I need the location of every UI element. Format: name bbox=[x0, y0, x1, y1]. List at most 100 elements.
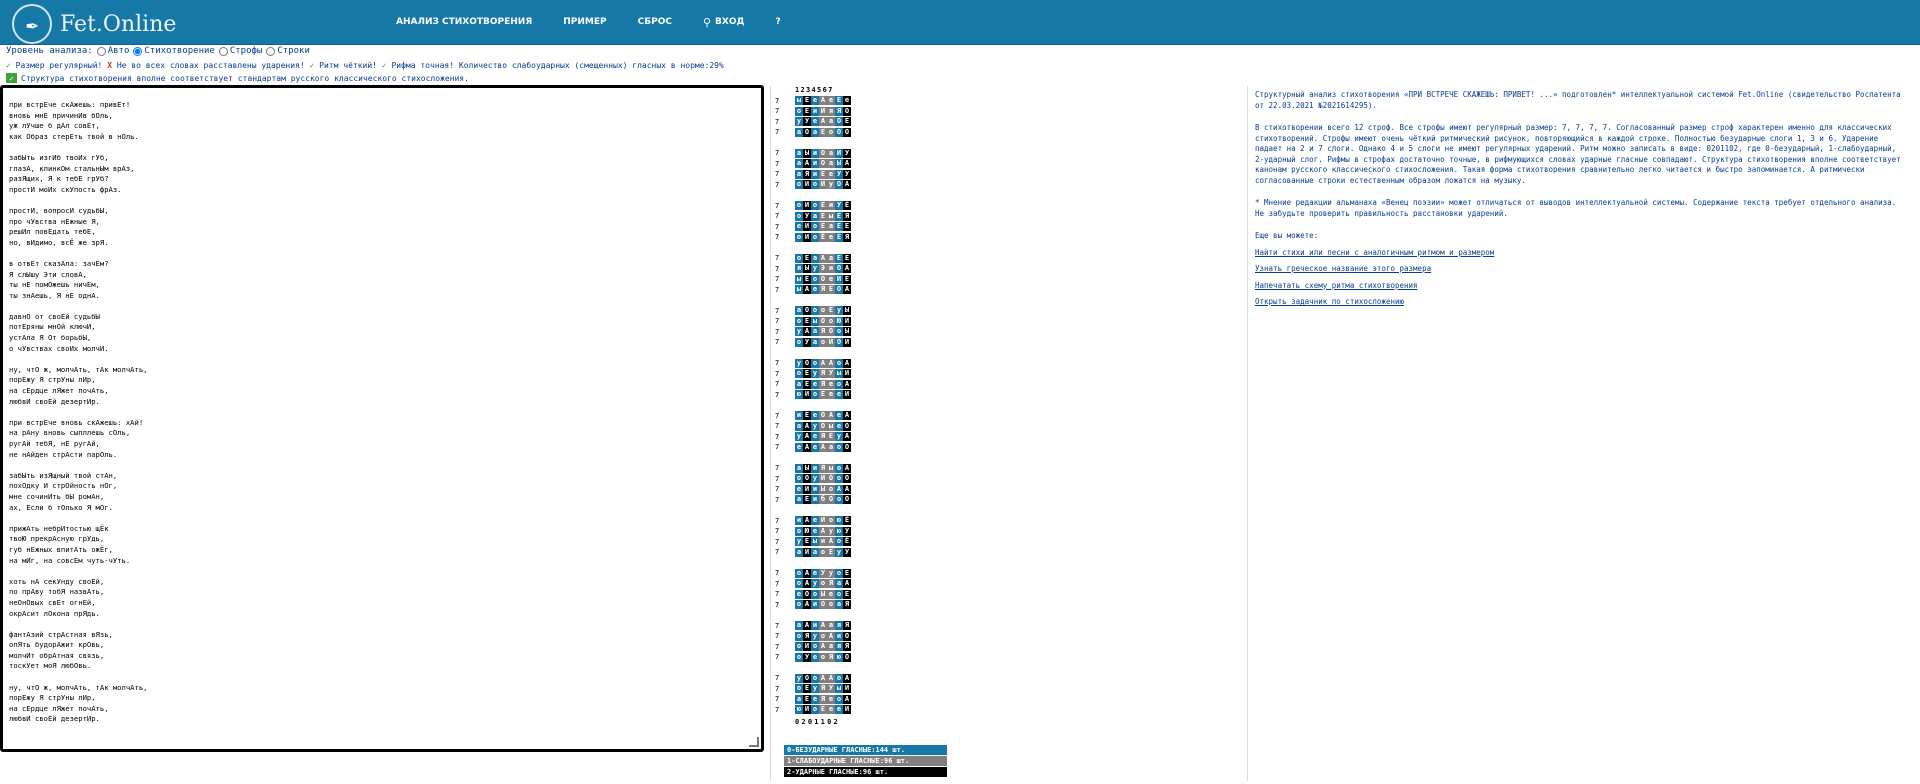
grid-row: 7оИоЁеЕЯ bbox=[775, 232, 851, 242]
grid-cell: О bbox=[843, 421, 851, 431]
radio-stanzas[interactable]: Строфы bbox=[218, 46, 262, 56]
menu-example[interactable]: ПРИМЕР bbox=[563, 17, 606, 27]
radio-poem[interactable]: Стихотворение bbox=[133, 46, 215, 56]
grid-cell: А bbox=[803, 442, 811, 452]
main-menu: АНАЛИЗ СТИХОТВОРЕНИЯ ПРИМЕР СБРОС ⚲ ВХОД … bbox=[396, 0, 812, 44]
grid-cell: А bbox=[843, 264, 851, 273]
grid-cell: И bbox=[843, 369, 851, 378]
grid-cell: ы bbox=[811, 537, 819, 546]
grid-cell: Ы bbox=[819, 484, 827, 494]
grid-cell: е bbox=[795, 222, 803, 231]
grid-cell: о bbox=[811, 358, 819, 368]
legend-unstressed: 0-БЕЗУДАРНЫЕ ГЛАСНЫЕ:144 шт. bbox=[784, 745, 947, 755]
grid-cell: А bbox=[843, 411, 851, 420]
cross-icon: X bbox=[107, 61, 113, 70]
grid-row-number: 7 bbox=[775, 464, 780, 472]
grid-cell: е bbox=[795, 484, 803, 494]
menu-reset[interactable]: СБРОС bbox=[638, 17, 672, 27]
poem-text[interactable]: при встрЕче скАжешь: привЕт! вновь мнЕ п… bbox=[9, 100, 147, 725]
link-open-tasks[interactable]: Открыть задачник по стихосложению bbox=[1255, 297, 1907, 308]
grid-cell: А bbox=[827, 411, 835, 420]
grid-cell: А bbox=[843, 579, 851, 588]
grid-cell: о bbox=[819, 547, 827, 557]
grid-cell: е bbox=[835, 705, 843, 714]
grid-cell: А bbox=[843, 484, 851, 494]
grid-cell: О bbox=[803, 358, 811, 368]
divider bbox=[1247, 86, 1248, 781]
grid-cell: Ю bbox=[835, 316, 843, 326]
grid-row-number: 7 bbox=[775, 705, 780, 714]
grid-row: 7ыАеЯЕОА bbox=[775, 285, 851, 294]
grid-cell: А bbox=[819, 673, 827, 683]
grid-cell: Я bbox=[843, 642, 851, 651]
divider bbox=[770, 86, 771, 781]
grid-row: 7ыЕеАеЕе bbox=[775, 96, 851, 105]
grid-cell: а bbox=[795, 306, 803, 315]
grid-cell: и bbox=[811, 148, 819, 158]
grid-cell: Я bbox=[819, 379, 827, 389]
grid-cell: о bbox=[835, 463, 843, 473]
more-actions-label: Еще вы можете: bbox=[1255, 231, 1319, 240]
check-icon: ✓ bbox=[381, 61, 387, 70]
grid-cell: е bbox=[843, 96, 851, 105]
grid-cell: У bbox=[803, 117, 811, 126]
menu-analyze[interactable]: АНАЛИЗ СТИХОТВОРЕНИЯ bbox=[396, 17, 532, 27]
grid-row: 7аОаЕоОО bbox=[775, 127, 851, 137]
grid-cell: о bbox=[827, 316, 835, 326]
grid-cell: о bbox=[795, 652, 803, 662]
analysis-note: * Мнение редакции альманаха «Венец поэзи… bbox=[1255, 198, 1897, 218]
grid-cell: Е bbox=[819, 705, 827, 714]
grid-cell: А bbox=[803, 516, 811, 525]
grid-cell: О bbox=[819, 411, 827, 420]
grid-row: 7ыЕоОеИЕ bbox=[775, 274, 851, 284]
analysis-panel: Структурный анализ стихотворения «ПРИ ВС… bbox=[1255, 90, 1907, 314]
grid-row: 7аЕеЯеоА bbox=[775, 694, 851, 704]
grid-cell: е bbox=[811, 285, 819, 294]
resize-handle[interactable] bbox=[749, 737, 759, 747]
grid-cell: а bbox=[811, 211, 819, 221]
link-find-similar[interactable]: Найти стихи или песни с аналогичным ритм… bbox=[1255, 248, 1907, 259]
poem-editor[interactable]: при встрЕче скАжешь: привЕт! вновь мнЕ п… bbox=[0, 85, 764, 752]
grid-cell: о bbox=[827, 127, 835, 137]
grid-cell: а bbox=[811, 547, 819, 557]
radio-auto[interactable]: Авто bbox=[96, 46, 129, 56]
grid-row-number: 7 bbox=[775, 170, 780, 178]
grid-cell: А bbox=[803, 568, 811, 578]
grid-cell: Я bbox=[803, 631, 811, 641]
grid-row-number: 7 bbox=[775, 117, 780, 126]
grid-cell: а bbox=[827, 159, 835, 168]
grid-row-number: 7 bbox=[775, 485, 780, 493]
grid-cell: И bbox=[803, 232, 811, 242]
grid-cell: е bbox=[835, 390, 843, 399]
grid-cell: е bbox=[811, 379, 819, 389]
grid-cell: а bbox=[795, 379, 803, 389]
grid-cell: о bbox=[795, 642, 803, 651]
grid-cell: е bbox=[811, 442, 819, 452]
menu-help[interactable]: ? bbox=[776, 17, 781, 27]
link-print-scheme[interactable]: Напечатать схему ритма стихотворения bbox=[1255, 281, 1907, 292]
radio-lines[interactable]: Строки bbox=[266, 46, 310, 56]
grid-row-number: 7 bbox=[775, 201, 780, 210]
link-greek-name[interactable]: Узнать греческое название этого размера bbox=[1255, 264, 1907, 275]
grid-row: 7уОоААоА bbox=[775, 358, 851, 368]
grid-cell: Ё bbox=[843, 516, 851, 525]
menu-login[interactable]: ⚲ ВХОД bbox=[703, 16, 745, 29]
grid-cell: Я bbox=[827, 652, 835, 662]
grid-cell: ы bbox=[827, 463, 835, 473]
grid-cell: е bbox=[827, 705, 835, 714]
grid-cell: А bbox=[843, 463, 851, 473]
grid-cell: о bbox=[795, 180, 803, 189]
brand-logo[interactable]: ✒ Fet.Online bbox=[12, 4, 176, 44]
grid-cell: Я bbox=[827, 579, 835, 588]
grid-cell: Е bbox=[803, 316, 811, 326]
grid-cell: А bbox=[827, 358, 835, 368]
grid-cell: А bbox=[843, 180, 851, 189]
grid-cell: а bbox=[795, 495, 803, 504]
grid-cell: О bbox=[843, 495, 851, 504]
grid-cell: у bbox=[811, 631, 819, 641]
grid-cell: Е bbox=[843, 568, 851, 578]
more-actions: Найти стихи или песни с аналогичным ритм… bbox=[1255, 248, 1907, 308]
grid-cell: Я bbox=[819, 285, 827, 294]
grid-cell: а bbox=[811, 327, 819, 336]
grid-cell: о bbox=[811, 232, 819, 242]
